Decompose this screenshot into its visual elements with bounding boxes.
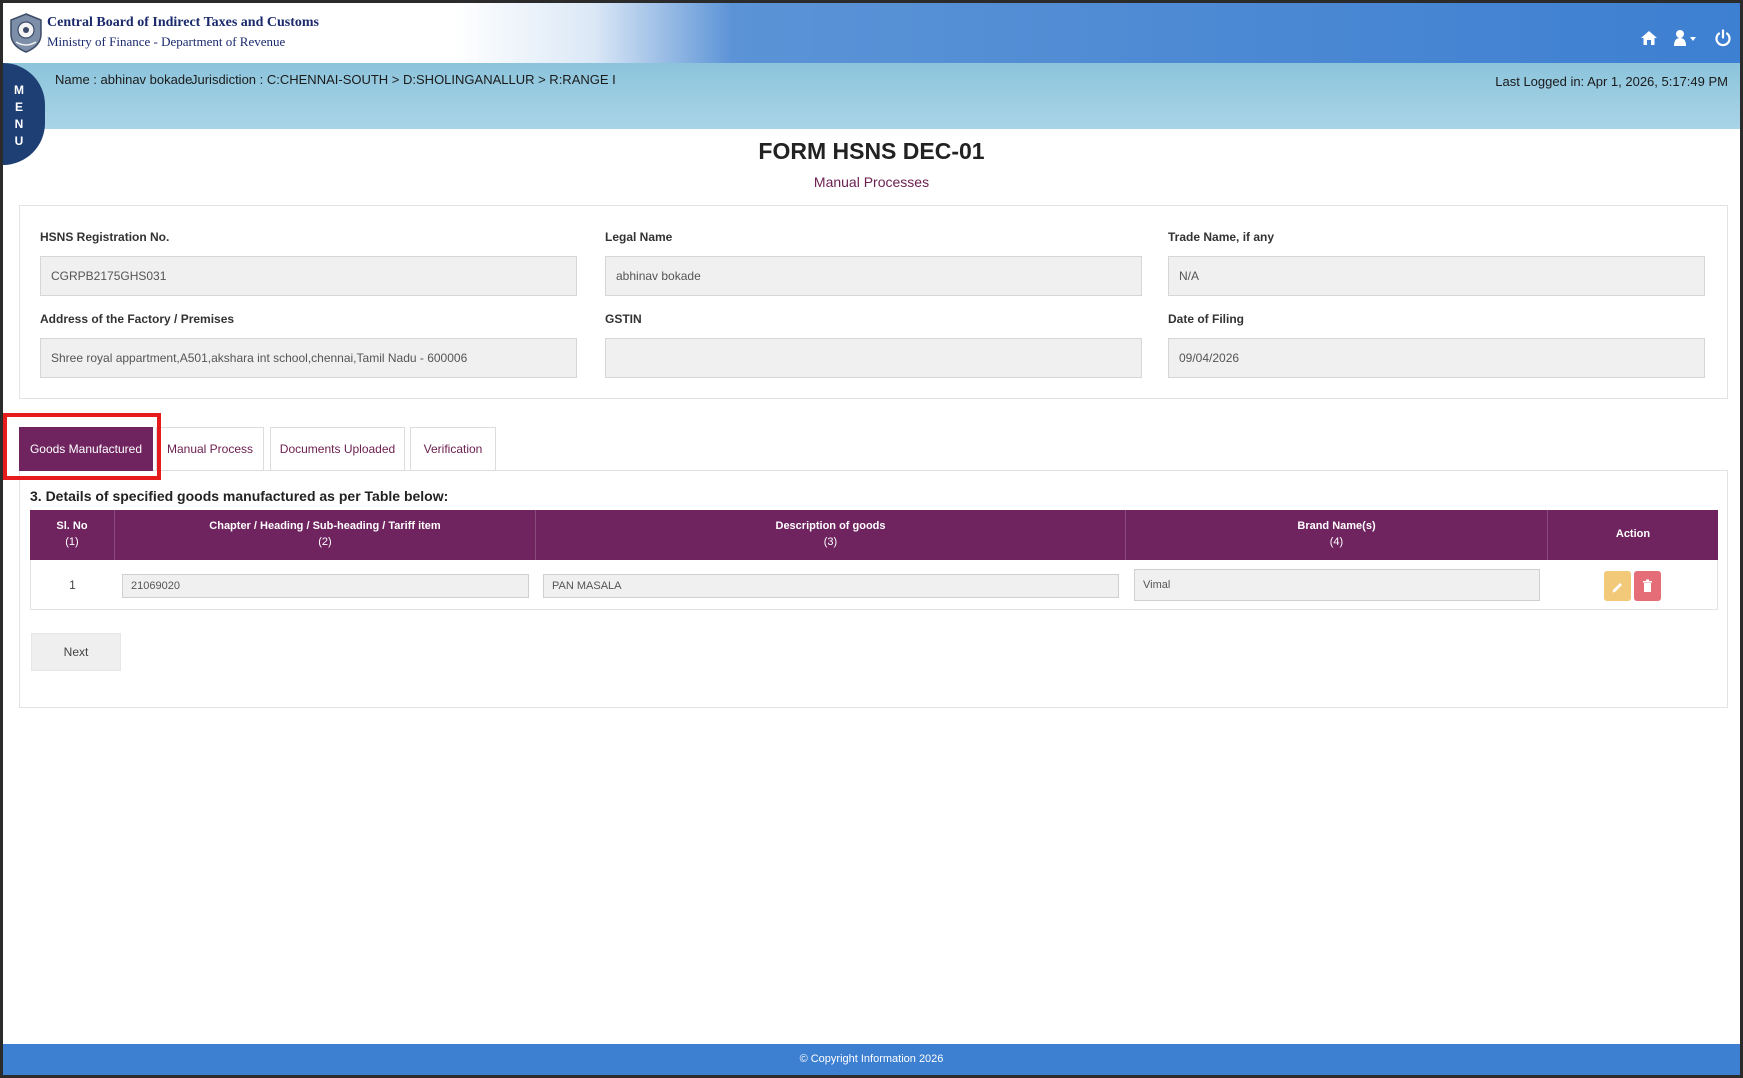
menu-letter: E bbox=[14, 100, 23, 114]
reg-no-field[interactable]: CGRPB2175GHS031 bbox=[40, 256, 577, 296]
tab-documents-uploaded[interactable]: Documents Uploaded bbox=[270, 427, 405, 471]
footer-copyright: © Copyright Information 2026 bbox=[3, 1044, 1740, 1075]
org-subtitle: Ministry of Finance - Department of Reve… bbox=[47, 34, 286, 49]
user-name: Name : abhinav bokade bbox=[55, 72, 193, 87]
column-header-chapter: Chapter / Heading / Sub-heading / Tariff… bbox=[115, 510, 536, 560]
header-icons bbox=[1640, 29, 1732, 52]
menu-letter: N bbox=[14, 117, 24, 131]
user-menu-icon[interactable] bbox=[1672, 29, 1700, 52]
edit-button[interactable] bbox=[1604, 571, 1631, 601]
app-header: Central Board of Indirect Taxes and Cust… bbox=[3, 3, 1740, 63]
column-header-action: Action bbox=[1548, 510, 1718, 560]
column-header-sl-no: Sl. No (1) bbox=[30, 510, 115, 560]
column-number: (3) bbox=[823, 536, 838, 548]
tab-manual-process[interactable]: Manual Process bbox=[156, 427, 264, 471]
trade-name-field[interactable]: N/A bbox=[1168, 256, 1705, 296]
section-heading: 3. Details of specified goods manufactur… bbox=[30, 488, 449, 504]
menu-letter: M bbox=[14, 83, 24, 97]
brand-input[interactable]: Vimal bbox=[1134, 569, 1540, 601]
page-subtitle: Manual Processes bbox=[813, 174, 930, 190]
delete-button[interactable] bbox=[1634, 571, 1661, 601]
column-number: (2) bbox=[318, 536, 332, 548]
cell-sl-no: 1 bbox=[69, 578, 76, 592]
gstin-label: GSTIN bbox=[605, 312, 642, 326]
home-icon[interactable] bbox=[1640, 29, 1658, 52]
chapter-input[interactable]: 21069020 bbox=[122, 574, 529, 598]
trade-name-label: Trade Name, if any bbox=[1168, 230, 1275, 244]
power-icon[interactable] bbox=[1714, 29, 1732, 52]
column-number: (4) bbox=[1329, 536, 1344, 548]
pencil-icon bbox=[1612, 583, 1622, 593]
next-button[interactable]: Next bbox=[31, 633, 121, 671]
gstin-field[interactable] bbox=[605, 338, 1142, 378]
user-info-bar: Name : abhinav bokade Jurisdiction : C:C… bbox=[3, 63, 1740, 129]
column-title: Action bbox=[1615, 528, 1651, 540]
column-header-brand: Brand Name(s) (4) bbox=[1126, 510, 1548, 560]
reg-no-label: HSNS Registration No. bbox=[40, 230, 170, 244]
trash-icon bbox=[1643, 579, 1652, 592]
column-title: Chapter / Heading / Sub-heading / Tariff… bbox=[209, 520, 441, 532]
jurisdiction: Jurisdiction : C:CHENNAI-SOUTH > D:SHOLI… bbox=[191, 72, 616, 87]
description-input[interactable]: PAN MASALA bbox=[543, 574, 1119, 598]
column-number: (1) bbox=[65, 536, 79, 548]
date-filing-label: Date of Filing bbox=[1168, 312, 1244, 326]
page-title: FORM HSNS DEC-01 bbox=[758, 138, 985, 164]
date-filing-field[interactable]: 09/04/2026 bbox=[1168, 338, 1705, 378]
column-header-description: Description of goods (3) bbox=[536, 510, 1126, 560]
highlight-annotation bbox=[3, 413, 161, 480]
address-label: Address of the Factory / Premises bbox=[40, 312, 235, 326]
last-logged-in: Last Logged in: Apr 1, 2026, 5:17:49 PM bbox=[1495, 74, 1728, 89]
column-title: Description of goods bbox=[775, 520, 886, 532]
org-name: Central Board of Indirect Taxes and Cust… bbox=[47, 15, 319, 30]
tab-verification[interactable]: Verification bbox=[410, 427, 496, 471]
emblem-logo bbox=[10, 13, 42, 53]
address-field[interactable]: Shree royal appartment,A501,akshara int … bbox=[40, 338, 577, 378]
column-title: Brand Name(s) bbox=[1297, 520, 1376, 532]
legal-name-label: Legal Name bbox=[605, 230, 673, 244]
legal-name-field[interactable]: abhinav bokade bbox=[605, 256, 1142, 296]
column-title: Sl. No bbox=[56, 520, 88, 532]
